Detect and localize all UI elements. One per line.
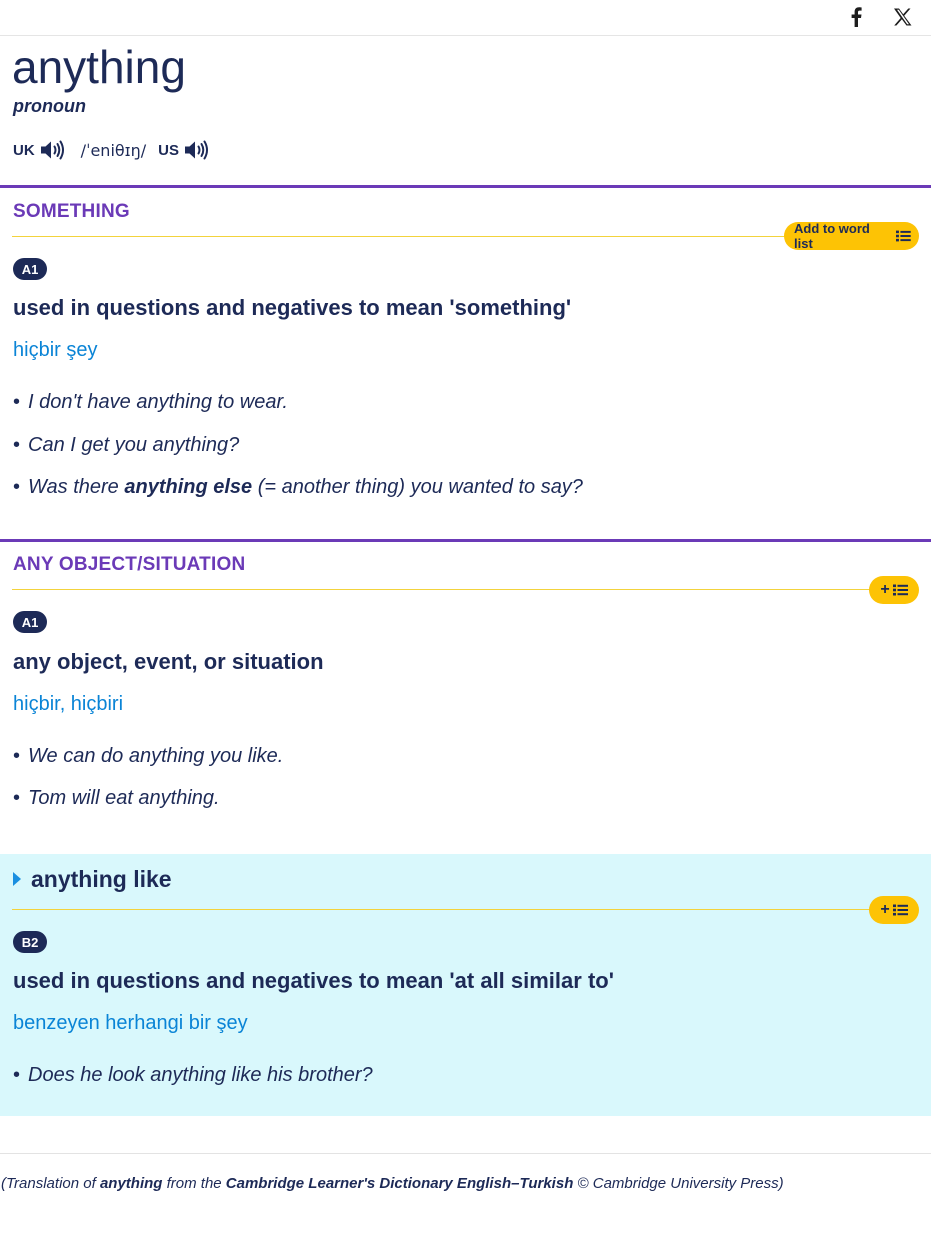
list-icon (892, 904, 908, 916)
add-to-word-list-button[interactable]: + (869, 896, 919, 924)
headword: anything (12, 41, 186, 93)
example-sentence: • I don't have anything to wear. (13, 391, 288, 413)
idiom-underline (12, 909, 917, 910)
idiom-title[interactable]: anything like (31, 866, 172, 893)
cefr-level-badge: A1 (13, 258, 47, 280)
idiom-block: anything like + B2 used in questions and… (0, 854, 931, 1116)
footer-divider (0, 1153, 931, 1154)
example-sentence: • Does he look anything like his brother? (13, 1064, 373, 1086)
ipa-transcription: /ˈeniθɪŋ/ (80, 140, 147, 160)
example-sentence: • Can I get you anything? (13, 434, 240, 456)
cefr-level-badge: A1 (13, 611, 47, 633)
uk-audio-speaker-icon[interactable] (40, 139, 66, 161)
share-bar (0, 0, 931, 36)
facebook-icon[interactable] (849, 7, 863, 27)
expand-arrow-icon[interactable] (13, 872, 21, 886)
list-icon (892, 584, 908, 596)
cefr-level-badge: B2 (13, 931, 47, 953)
pronunciation-row: UK /ˈeniθɪŋ/ US (13, 138, 210, 162)
definition: used in questions and negatives to mean … (13, 295, 572, 320)
us-audio-speaker-icon[interactable] (184, 139, 210, 161)
list-icon (896, 230, 911, 242)
example-sentence: • Tom will eat anything. (13, 787, 220, 809)
example-sentence: • We can do anything you like. (13, 745, 284, 767)
x-twitter-icon[interactable] (893, 8, 912, 26)
add-to-word-list-button[interactable]: Add to word list (784, 221, 919, 251)
us-label: US (158, 141, 179, 159)
guideword: ANY OBJECT/SITUATION (13, 554, 246, 575)
add-to-word-list-button[interactable]: + (869, 576, 919, 604)
translation-credit: (Translation of anything from the Cambri… (1, 1175, 784, 1192)
sense-divider (0, 539, 931, 542)
add-to-word-list-label: Add to word list (794, 221, 870, 251)
sense-divider (0, 185, 931, 188)
translation: benzeyen herhangi bir şey (13, 1012, 248, 1034)
part-of-speech: pronoun (13, 96, 86, 116)
plus-icon: + (880, 901, 890, 918)
example-sentence: • Was there anything else (= another thin… (13, 476, 583, 498)
guideword: SOMETHING (13, 201, 130, 222)
translation: hiçbir, hiçbiri (13, 693, 124, 715)
uk-label: UK (13, 141, 35, 159)
definition: any object, event, or situation (13, 649, 324, 674)
definition: used in questions and negatives to mean … (13, 968, 614, 993)
translation: hiçbir şey (13, 339, 98, 361)
sense-underline (12, 236, 917, 237)
plus-icon: + (880, 581, 890, 598)
sense-underline (12, 589, 917, 590)
